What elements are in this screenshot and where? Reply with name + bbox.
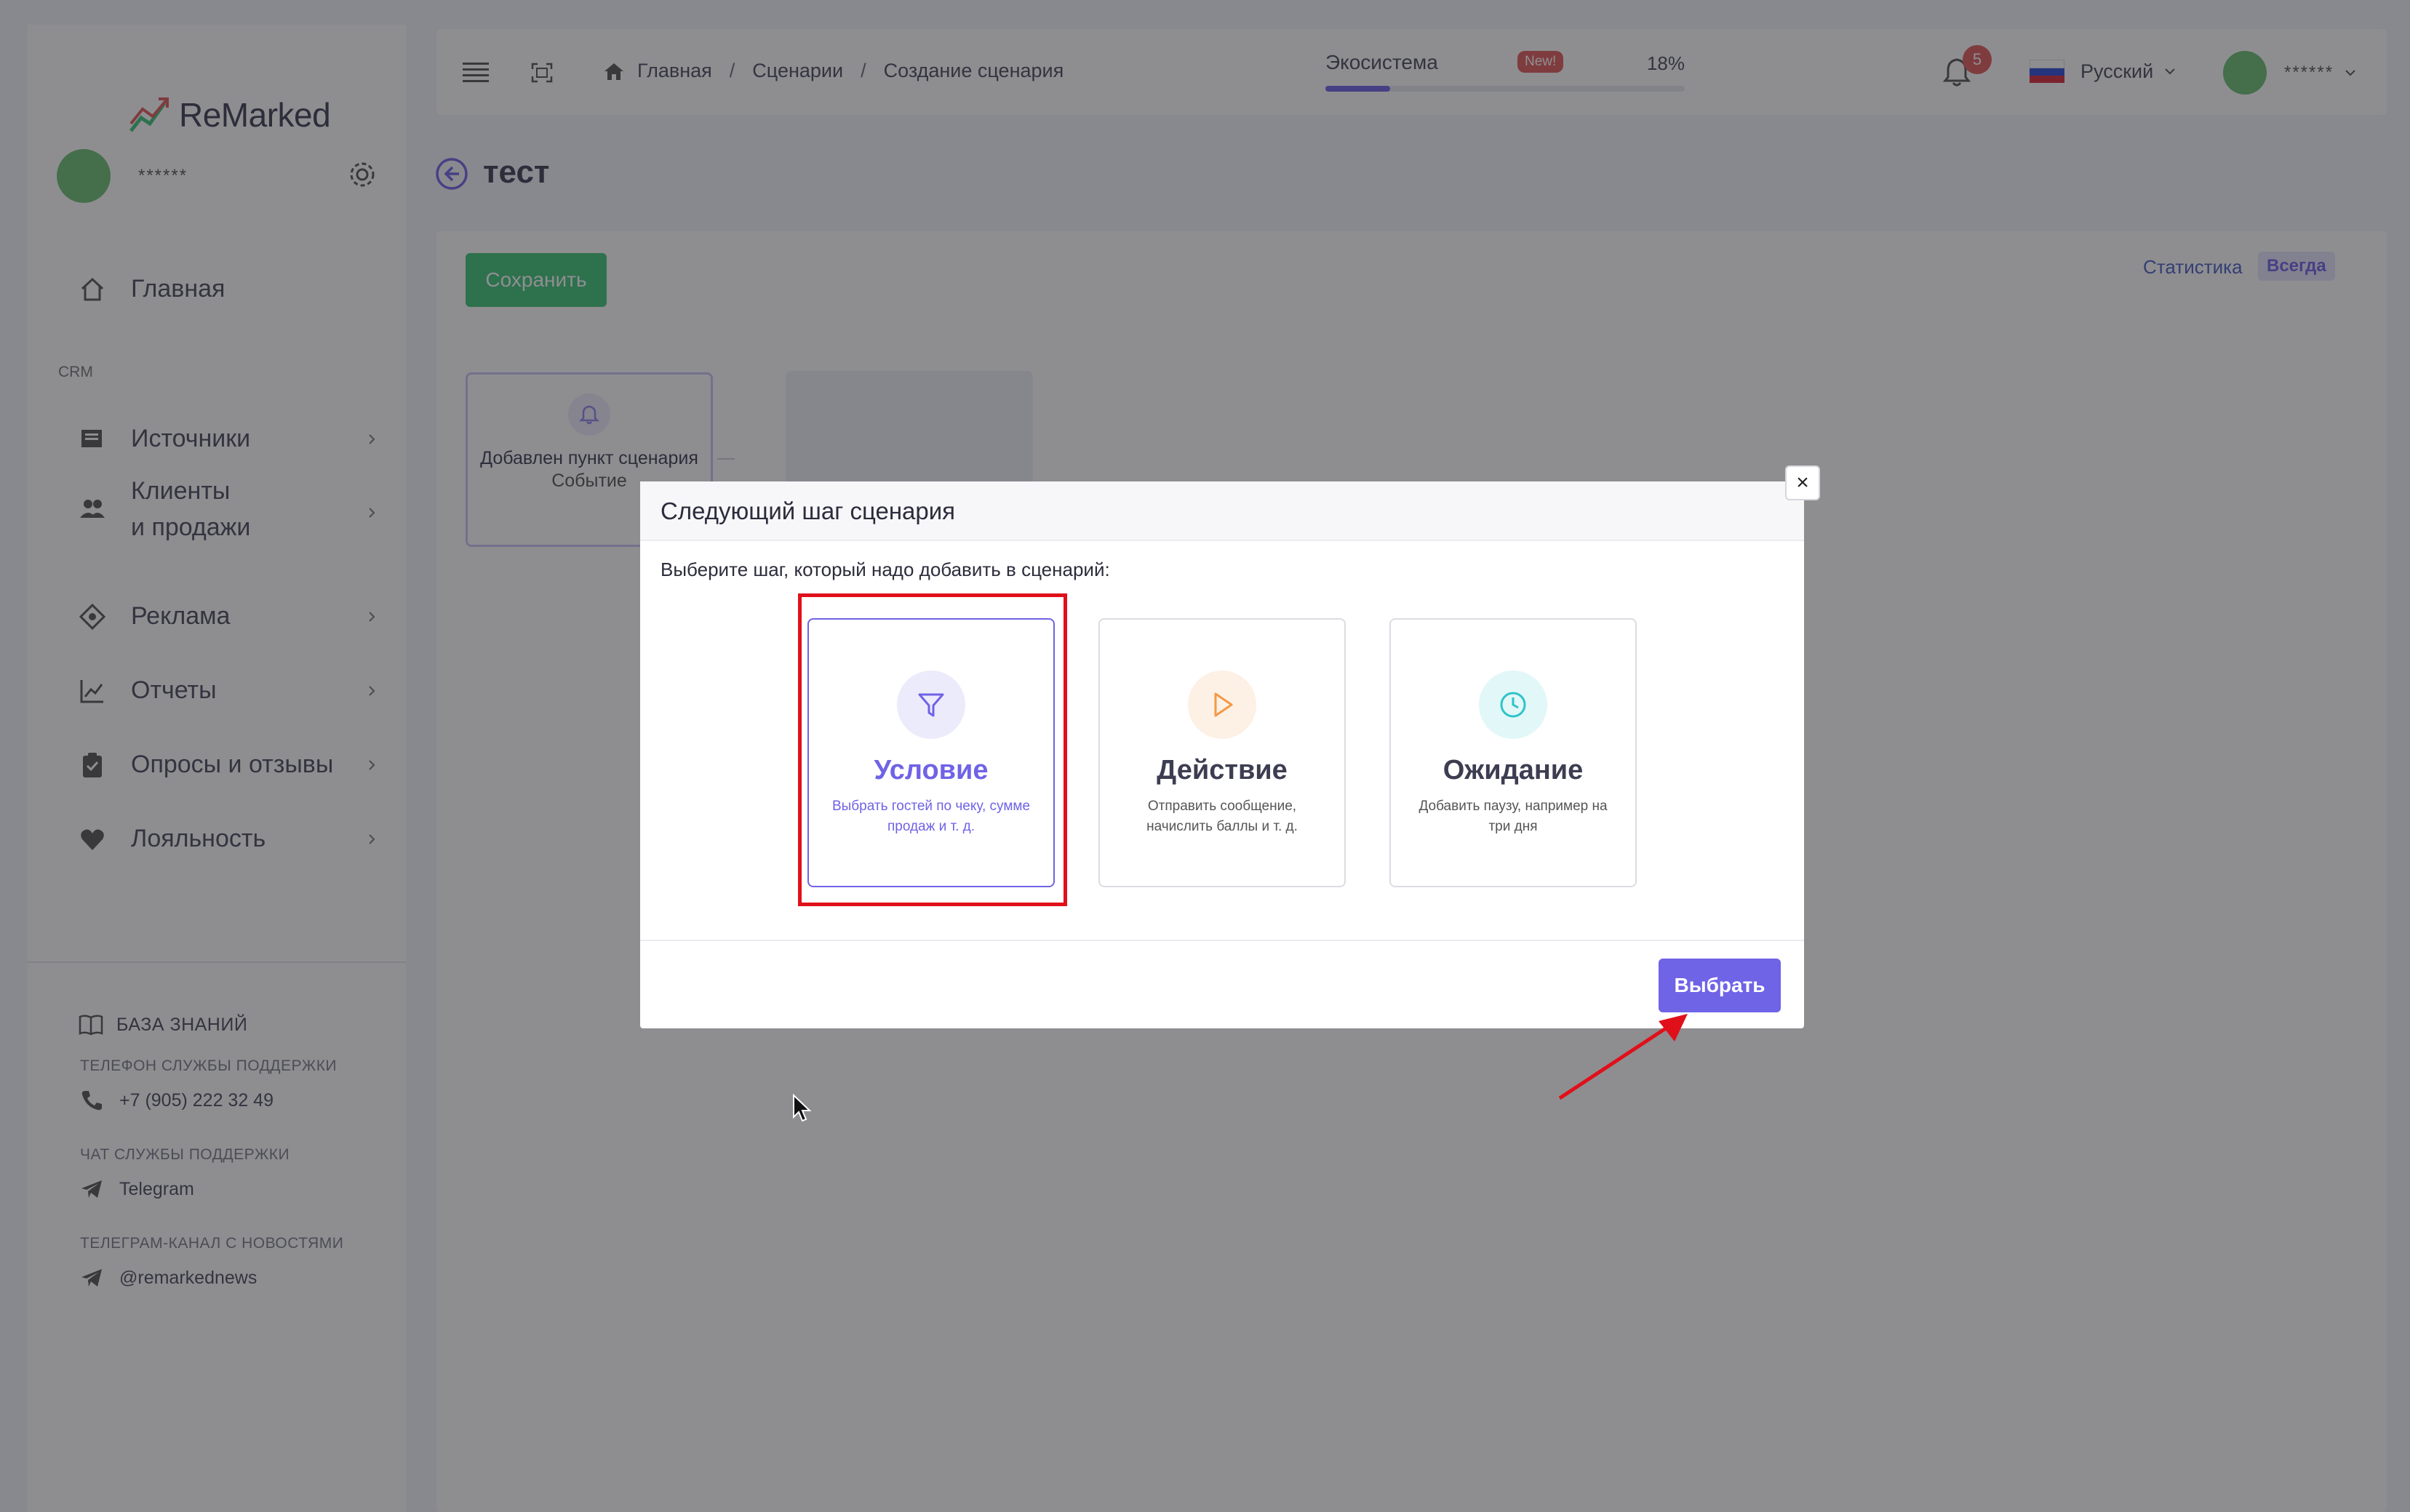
option-title: Действие xyxy=(1157,755,1288,785)
option-description: Добавить паузу, например на три дня xyxy=(1419,799,1608,834)
clock-icon xyxy=(1479,671,1547,739)
modal-header: Следующий шаг сценария xyxy=(640,481,1804,541)
annotation-arrow-icon xyxy=(1558,1014,1688,1100)
modal-prompt: Выберите шаг, который надо добавить в сц… xyxy=(661,559,1110,580)
select-button[interactable]: Выбрать xyxy=(1659,959,1781,1012)
next-step-modal: Следующий шаг сценария × Выберите шаг, к… xyxy=(640,465,1820,1028)
modal-footer-divider xyxy=(640,940,1804,941)
selection-highlight-box xyxy=(798,593,1067,906)
option-description: Отправить сообщение, начислить баллы и т… xyxy=(1146,799,1298,834)
play-icon xyxy=(1188,671,1256,739)
mouse-cursor-icon xyxy=(793,1094,812,1122)
option-wait[interactable]: Ожидание Добавить паузу, например на три… xyxy=(1389,618,1637,887)
option-title: Ожидание xyxy=(1443,755,1584,785)
modal-title: Следующий шаг сценария xyxy=(661,497,956,524)
option-action[interactable]: Действие Отправить сообщение, начислить … xyxy=(1098,618,1346,887)
close-button[interactable]: × xyxy=(1785,465,1820,500)
